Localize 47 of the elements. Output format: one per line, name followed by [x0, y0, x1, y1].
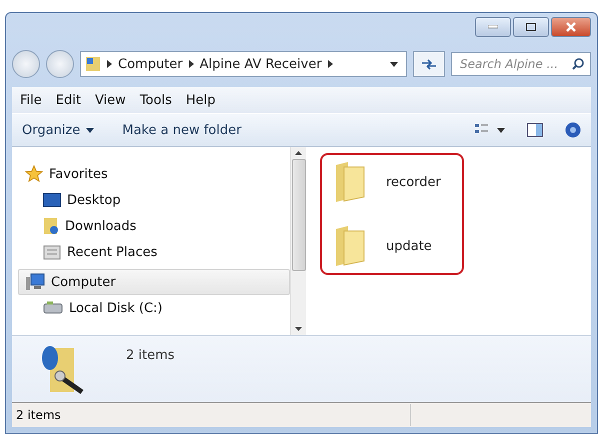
- close-button[interactable]: [551, 17, 591, 37]
- disk-drive-icon: [43, 301, 63, 315]
- organize-button[interactable]: Organize: [22, 122, 94, 138]
- nav-item[interactable]: Downloads: [18, 213, 290, 239]
- maximize-icon: [526, 23, 536, 31]
- close-icon: [566, 22, 576, 32]
- recent-places-icon: [43, 244, 61, 260]
- caret-icon: [86, 128, 94, 132]
- nav-item[interactable]: Favorites: [18, 161, 290, 187]
- menu-item[interactable]: Edit: [56, 92, 81, 108]
- chevron-right-icon: [328, 60, 333, 68]
- item-count: 2 items: [126, 348, 175, 363]
- preview-pane-icon[interactable]: [527, 123, 543, 137]
- scroll-up-icon: [295, 151, 302, 155]
- address-bar[interactable]: Computer Alpine AV Receiver: [80, 51, 407, 77]
- dropdown-icon[interactable]: [390, 62, 398, 66]
- nav-item[interactable]: Recent Places: [18, 239, 290, 265]
- menu-item[interactable]: Help: [186, 92, 216, 108]
- menu-item[interactable]: File: [20, 92, 42, 108]
- scrollbar[interactable]: [290, 147, 306, 335]
- nav-item[interactable]: Local Disk (C:): [18, 295, 290, 321]
- computer-icon: [25, 273, 45, 291]
- star-icon: [25, 165, 43, 183]
- breadcrumb[interactable]: Computer: [118, 56, 183, 72]
- status-text: 2 items: [12, 404, 411, 426]
- nav-item[interactable]: Computer: [18, 269, 290, 295]
- refresh-button[interactable]: [413, 51, 445, 77]
- folder-name[interactable]: recorder: [386, 174, 441, 190]
- menu-item[interactable]: Tools: [140, 92, 172, 108]
- new-folder-button[interactable]: Make a new folder: [122, 122, 242, 138]
- folder-name[interactable]: update: [386, 238, 432, 254]
- scroll-thumb[interactable]: [292, 159, 306, 271]
- chevron-right-icon: [188, 60, 194, 68]
- minimize-icon: [488, 25, 498, 29]
- nav-item[interactable]: Desktop: [18, 187, 290, 213]
- desktop-icon: [43, 193, 61, 207]
- search-icon: [572, 58, 584, 70]
- minimize-button[interactable]: [475, 17, 511, 37]
- maximize-button[interactable]: [513, 17, 549, 37]
- refresh-icon: [421, 58, 437, 70]
- scroll-down-icon: [295, 327, 302, 331]
- menu-item[interactable]: View: [94, 92, 126, 108]
- chevron-right-icon: [107, 60, 112, 68]
- folder-download-icon: [43, 217, 59, 235]
- search-field[interactable]: Search Alpine ...: [451, 52, 591, 76]
- breadcrumb[interactable]: Alpine AV Receiver: [200, 56, 322, 72]
- device-icon: [85, 56, 101, 72]
